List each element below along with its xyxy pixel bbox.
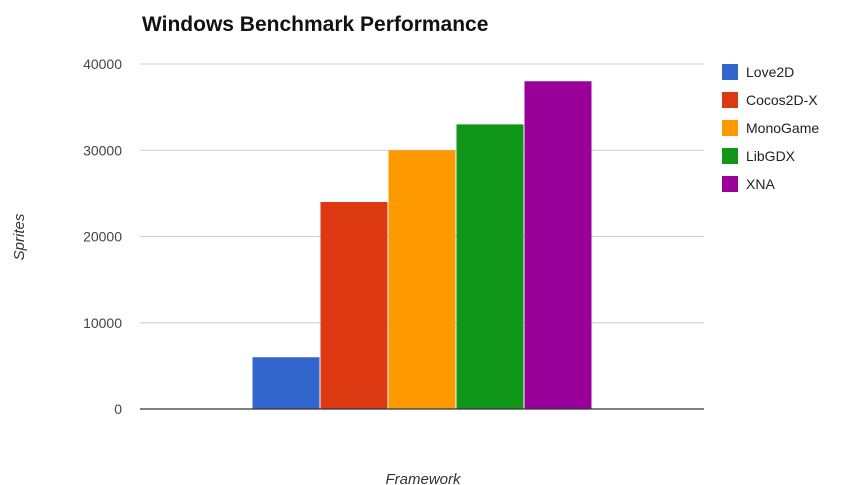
bar-love2d bbox=[252, 357, 320, 409]
bar-monogame bbox=[388, 150, 456, 409]
y-tick-label: 40000 bbox=[83, 56, 122, 72]
legend: Love2D Cocos2D-X MonoGame LibGDX XNA bbox=[722, 64, 819, 192]
x-axis-label: Framework bbox=[385, 471, 462, 485]
legend-swatch bbox=[722, 120, 738, 136]
legend-label: LibGDX bbox=[746, 148, 796, 164]
legend-label: Cocos2D-X bbox=[746, 92, 818, 108]
bar-xna bbox=[524, 81, 592, 409]
y-tick-label: 10000 bbox=[83, 315, 122, 331]
legend-label: XNA bbox=[746, 176, 775, 192]
y-tick-label: 20000 bbox=[83, 229, 122, 245]
legend-swatch bbox=[722, 64, 738, 80]
y-axis-label: Sprites bbox=[11, 213, 28, 260]
y-tick-label: 30000 bbox=[83, 142, 122, 158]
bar-cocos2d-x bbox=[320, 202, 388, 409]
legend-swatch bbox=[722, 176, 738, 192]
bars bbox=[252, 81, 592, 409]
legend-swatch bbox=[722, 148, 738, 164]
legend-label: MonoGame bbox=[746, 120, 819, 136]
y-axis-ticks: 40000 30000 20000 10000 0 bbox=[83, 56, 122, 417]
chart-title: Windows Benchmark Performance bbox=[142, 13, 488, 36]
chart: Windows Benchmark Performance 40000 30000… bbox=[11, 13, 819, 485]
bar-libgdx bbox=[456, 124, 524, 409]
y-tick-label: 0 bbox=[114, 401, 122, 417]
legend-label: Love2D bbox=[746, 64, 794, 80]
legend-swatch bbox=[722, 92, 738, 108]
